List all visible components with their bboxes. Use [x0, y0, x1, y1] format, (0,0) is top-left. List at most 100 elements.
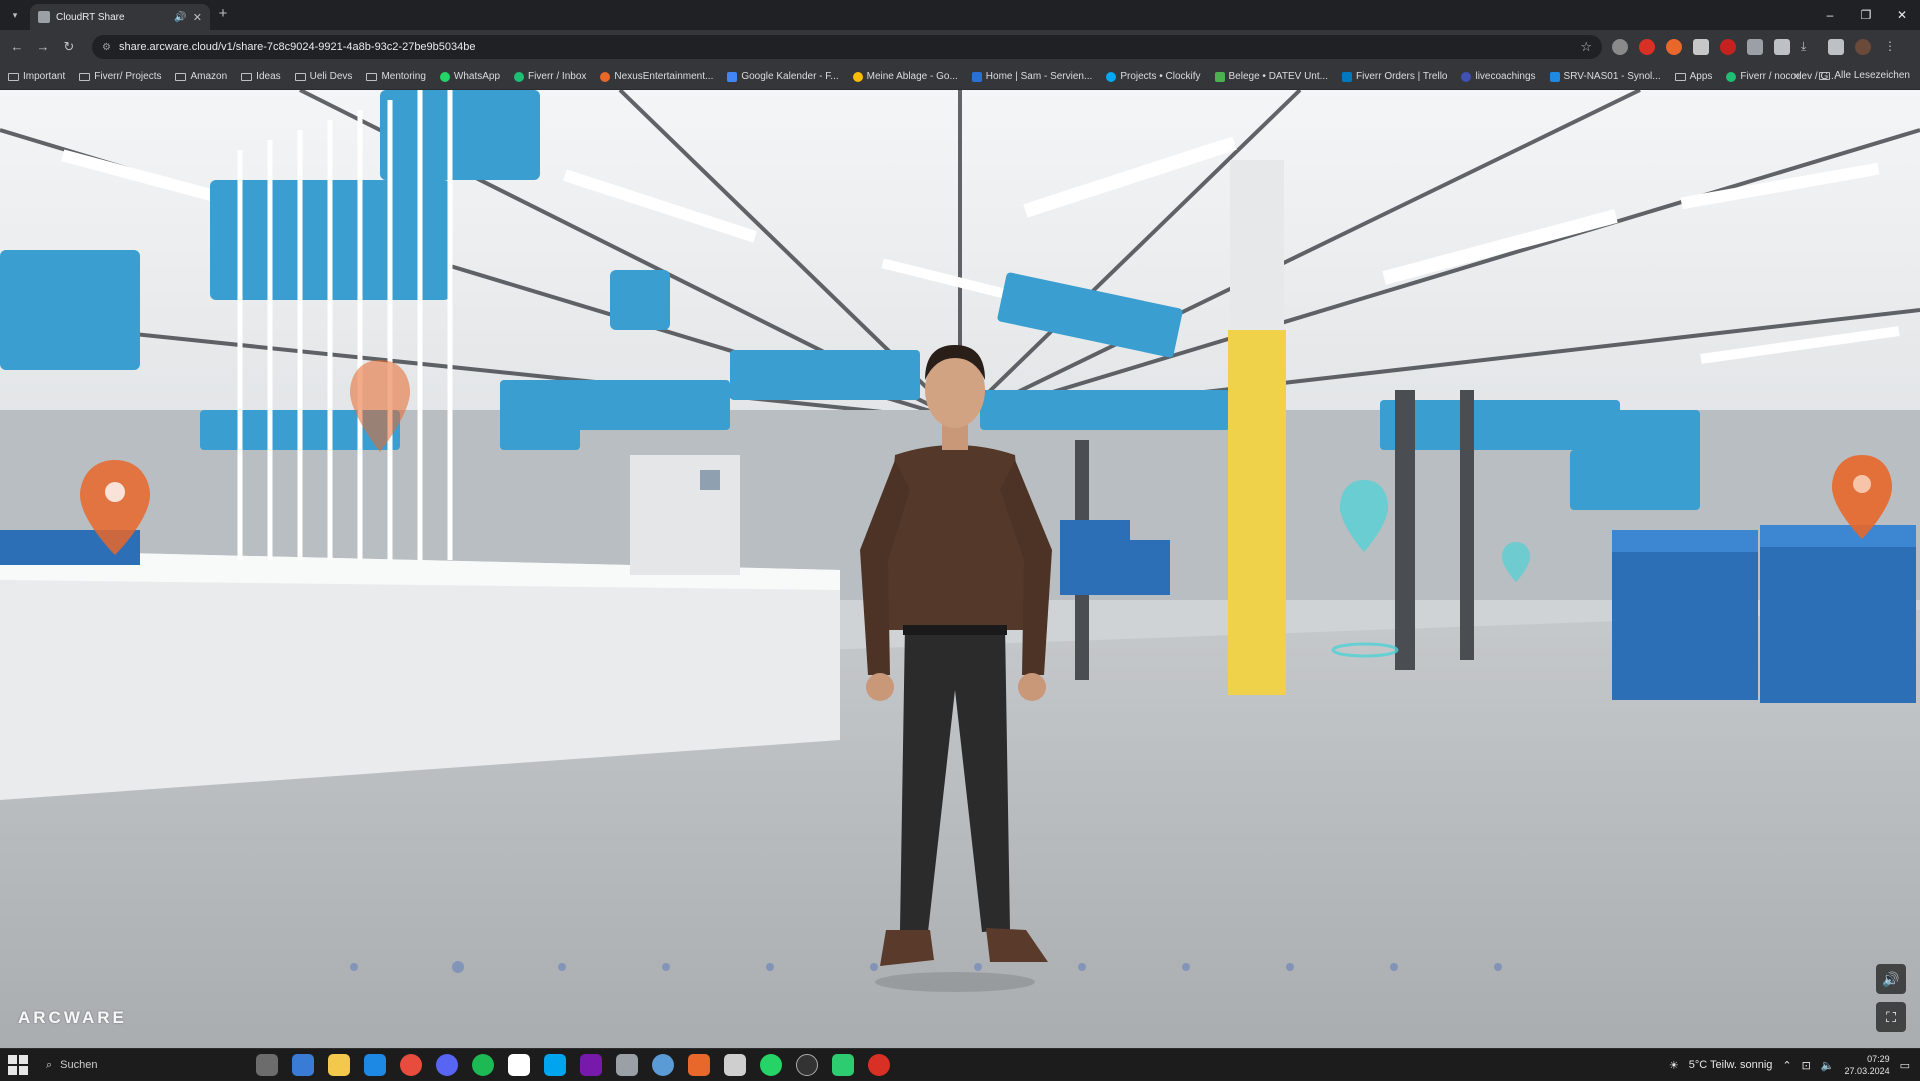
app-icon[interactable]	[724, 1054, 746, 1076]
tab-search-icon[interactable]: ▾	[6, 6, 24, 24]
network-icon[interactable]: ⊡	[1802, 1059, 1811, 1072]
chrome-profile-icon[interactable]	[436, 1054, 458, 1076]
clock-date: 27.03.2024	[1844, 1066, 1890, 1076]
download-icon[interactable]: ⤓	[1801, 39, 1817, 55]
obs-icon[interactable]	[688, 1054, 710, 1076]
app-icon[interactable]	[544, 1054, 566, 1076]
notification-icon[interactable]: ▭	[1900, 1059, 1910, 1072]
warehouse-scene	[0, 90, 1920, 1048]
bookmark-star-icon[interactable]: ☆	[1580, 39, 1592, 55]
side-panel-icon[interactable]	[1828, 39, 1844, 55]
window-controls: – ❐ ✕	[1812, 0, 1920, 30]
bookmark-item[interactable]: WhatsApp	[439, 71, 500, 82]
bookmark-item[interactable]: Amazon	[175, 71, 227, 82]
folder-icon	[366, 72, 378, 81]
back-arrow-icon[interactable]: ←	[8, 38, 26, 56]
tab-favicon-icon	[38, 11, 50, 23]
bookmark-item[interactable]: Ueli Devs	[294, 71, 352, 82]
site-info-icon[interactable]: ⚙	[102, 42, 111, 53]
bookmark-item[interactable]: Apps	[1674, 71, 1712, 82]
mail-icon[interactable]	[364, 1054, 386, 1076]
calendar-icon	[727, 71, 738, 82]
profile-avatar[interactable]	[1855, 39, 1871, 55]
close-window-button[interactable]: ✕	[1884, 0, 1920, 30]
unreal-engine-icon[interactable]	[796, 1054, 818, 1076]
file-explorer-icon[interactable]	[328, 1054, 350, 1076]
clock[interactable]: 07:29 27.03.2024	[1845, 1053, 1890, 1077]
extension-icon[interactable]	[1720, 39, 1736, 55]
browser-tab-bar: ▾ CloudRT Share 🔊 ✕ + – ❐ ✕	[0, 0, 1920, 30]
bookmark-item[interactable]: Mentoring	[366, 71, 426, 82]
bookmark-item[interactable]: Fiverr / Inbox	[514, 71, 586, 82]
bookmark-item[interactable]: Projects • Clockify	[1106, 71, 1201, 82]
notepad-icon[interactable]	[508, 1054, 530, 1076]
bookmark-item[interactable]: Google Kalender - F...	[727, 71, 839, 82]
tab-cloudrt-share[interactable]: CloudRT Share 🔊 ✕	[30, 4, 210, 30]
whatsapp-icon[interactable]	[760, 1054, 782, 1076]
bookmarks-bar: Important Fiverr/ Projects Amazon Ideas …	[0, 64, 1920, 90]
search-icon: ⌕	[46, 1058, 53, 1071]
app-icon[interactable]	[868, 1054, 890, 1076]
address-bar[interactable]: ⚙ share.arcware.cloud/v1/share-7c8c9024-…	[92, 35, 1602, 59]
clock-time: 07:29	[1867, 1054, 1890, 1064]
extensions-puzzle-icon[interactable]	[1774, 39, 1790, 55]
folder-icon	[79, 72, 91, 81]
bookmark-item[interactable]: NexusEntertainment...	[600, 71, 713, 82]
tray-chevron-icon[interactable]: ⌃	[1782, 1059, 1791, 1072]
extension-icon[interactable]	[1693, 39, 1709, 55]
bookmark-item[interactable]: livecoachings	[1461, 71, 1536, 82]
yellow-pillar	[1228, 330, 1286, 695]
bookmark-item[interactable]: Belege • DATEV Unt...	[1214, 71, 1328, 82]
extension-icon[interactable]	[1639, 39, 1655, 55]
weather-icon[interactable]: ☀	[1669, 1059, 1679, 1072]
minimize-button[interactable]: –	[1812, 0, 1848, 30]
bookmark-item[interactable]: Fiverr/ Projects	[79, 71, 161, 82]
bookmark-item[interactable]: Home | Sam - Servien...	[971, 71, 1092, 82]
speaker-icon[interactable]: 🔊	[174, 12, 186, 23]
extension-icon[interactable]	[1612, 39, 1628, 55]
speaker-icon[interactable]: 🔊	[1876, 964, 1906, 994]
all-bookmarks-button[interactable]: Alle Lesezeichen	[1819, 70, 1910, 81]
bookmark-item[interactable]: Fiverr Orders | Trello	[1341, 71, 1447, 82]
fullscreen-icon[interactable]: ⛶	[1876, 1002, 1906, 1032]
task-view-icon[interactable]	[256, 1054, 278, 1076]
windows-start-icon[interactable]	[8, 1055, 28, 1075]
folder-icon	[175, 72, 187, 81]
bookmark-item[interactable]: Ideas	[241, 71, 281, 82]
volume-icon[interactable]: 🔈	[1821, 1059, 1835, 1072]
bookmark-item[interactable]: SRV-NAS01 - Synol...	[1549, 71, 1661, 82]
reload-icon[interactable]: ↻	[60, 38, 78, 56]
browser-toolbar: ← → ↻ ⚙ share.arcware.cloud/v1/share-7c8…	[0, 30, 1920, 64]
onenote-icon[interactable]	[580, 1054, 602, 1076]
menu-kebab-icon[interactable]: ⋮	[1882, 39, 1898, 55]
extensions-row: ⤓ ⋮	[1612, 39, 1898, 55]
url-text[interactable]: share.arcware.cloud/v1/share-7c8c9024-99…	[119, 41, 476, 53]
taskbar-search[interactable]: ⌕ Suchen	[38, 1053, 238, 1077]
new-tab-button[interactable]: +	[214, 6, 232, 24]
bookmark-item[interactable]: Meine Ablage - Go...	[852, 71, 958, 82]
chrome-profile-icon[interactable]	[652, 1054, 674, 1076]
weather-text[interactable]: 5°C Teilw. sonnig	[1689, 1059, 1773, 1071]
tab-close-icon[interactable]: ✕	[193, 11, 202, 24]
folder-icon	[294, 72, 306, 81]
spotify-icon[interactable]	[472, 1054, 494, 1076]
extension-icon[interactable]	[1747, 39, 1763, 55]
site-icon	[600, 71, 611, 82]
machine	[630, 455, 740, 575]
app-icon[interactable]	[832, 1054, 854, 1076]
site-icon	[971, 71, 982, 82]
chevron-right-icon[interactable]: »	[1794, 70, 1800, 82]
extension-icon[interactable]	[1666, 39, 1682, 55]
maximize-button[interactable]: ❐	[1848, 0, 1884, 30]
store-icon[interactable]	[292, 1054, 314, 1076]
fiverr-icon	[1726, 71, 1737, 82]
folder-icon	[241, 72, 253, 81]
site-icon	[1461, 71, 1472, 82]
stream-viewport[interactable]: ARCWARE 🔊 ⛶	[0, 90, 1920, 1048]
clockify-icon	[1106, 71, 1117, 82]
forward-arrow-icon[interactable]: →	[34, 38, 52, 56]
chrome-icon[interactable]	[400, 1054, 422, 1076]
folder-icon	[1819, 71, 1831, 80]
app-icon[interactable]	[616, 1054, 638, 1076]
bookmark-item[interactable]: Important	[8, 71, 65, 82]
